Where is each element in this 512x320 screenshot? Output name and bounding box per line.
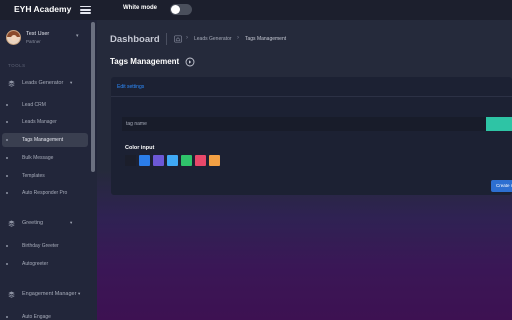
color-swatch[interactable] <box>153 155 164 166</box>
white-mode-label: White mode <box>123 5 157 11</box>
sidebar-item-birthday-greeter[interactable]: Birthday Greeter <box>2 239 88 253</box>
toggle-knob <box>171 5 180 14</box>
breadcrumb-leads-generator[interactable]: Leads Generator <box>194 36 232 42</box>
sidebar-group-label: Leads Generator <box>22 80 64 86</box>
bullet-icon <box>6 245 8 247</box>
hamburger-icon[interactable] <box>80 4 91 15</box>
user-role: Partner <box>26 39 41 44</box>
sidebar-item-auto-responder-pro[interactable]: Auto Responder Pro <box>2 186 88 200</box>
layers-icon <box>8 220 15 227</box>
breadcrumb-tags-management: Tags Management <box>245 36 287 42</box>
edit-settings-card: Edit settings Color input Create n <box>111 77 512 195</box>
sidebar-group-label: Greeting <box>22 220 44 226</box>
color-swatch[interactable] <box>209 155 220 166</box>
sidebar-group-engagement-manager[interactable]: Engagement Manager ▾ <box>8 290 90 300</box>
sidebar-item-leads-manager[interactable]: Leads Manager <box>2 115 88 129</box>
edit-settings-link[interactable]: Edit settings <box>117 84 144 90</box>
bullet-icon <box>6 121 8 123</box>
sidebar-item-label: Tags Management <box>22 137 64 143</box>
white-mode-toggle[interactable] <box>170 4 192 15</box>
sidebar-item-label: Auto Engage <box>22 314 51 320</box>
home-icon[interactable] <box>174 35 182 43</box>
sidebar-scrollbar[interactable] <box>91 22 95 172</box>
chevron-right-icon: › <box>186 35 188 41</box>
sidebar-item-label: Leads Manager <box>22 119 57 125</box>
chevron-right-icon: › <box>237 35 239 41</box>
add-tag-button[interactable] <box>486 117 512 131</box>
bullet-icon <box>6 316 8 318</box>
bullet-icon <box>6 175 8 177</box>
sidebar-item-label: Birthday Greeter <box>22 243 59 249</box>
chevron-down-icon: ▾ <box>78 291 81 296</box>
sidebar-item-templates[interactable]: Templates <box>2 169 88 183</box>
sidebar-group-greeting[interactable]: Greeting ▾ <box>8 219 90 229</box>
bullet-icon <box>6 263 8 265</box>
sidebar-item-tags-management[interactable]: Tags Management <box>2 133 88 147</box>
color-swatch[interactable] <box>181 155 192 166</box>
top-bar: EYH Academy White mode <box>0 0 512 20</box>
sidebar: Test User Partner ▾ TOOLS Leads Generato… <box>0 20 97 320</box>
avatar <box>6 30 21 45</box>
color-swatch[interactable] <box>139 155 150 166</box>
page-title: Tags Management <box>110 57 180 66</box>
color-swatch[interactable] <box>125 155 136 166</box>
brand-name[interactable]: EYH Academy <box>14 4 71 14</box>
sidebar-group-leads-generator[interactable]: Leads Generator ▾ <box>8 79 90 89</box>
user-menu[interactable]: Test User Partner ▾ <box>6 30 88 50</box>
sidebar-item-lead-crm[interactable]: Lead CRM <box>2 98 88 112</box>
tag-name-input[interactable] <box>122 117 488 131</box>
sidebar-item-label: Auto Responder Pro <box>22 190 68 196</box>
sidebar-item-label: Bulk Message <box>22 155 54 161</box>
section-label-tools: TOOLS <box>8 63 26 68</box>
sidebar-item-autogreeter[interactable]: Autogreeter <box>2 257 88 271</box>
card-header: Edit settings <box>111 77 512 97</box>
breadcrumb-divider <box>166 33 167 45</box>
layers-icon <box>8 80 15 87</box>
bullet-icon <box>6 139 8 141</box>
color-swatch[interactable] <box>167 155 178 166</box>
bullet-icon <box>6 104 8 106</box>
bullet-icon <box>6 192 8 194</box>
chevron-down-icon: ▾ <box>70 220 73 225</box>
user-name: Test User <box>26 31 50 37</box>
page-header-title: Dashboard <box>110 34 160 45</box>
sidebar-item-label: Autogreeter <box>22 261 49 267</box>
chevron-down-icon: ▾ <box>76 33 79 39</box>
sidebar-group-label: Engagement Manager <box>22 291 77 297</box>
sidebar-item-label: Templates <box>22 173 45 179</box>
color-swatch[interactable] <box>195 155 206 166</box>
sidebar-item-bulk-message[interactable]: Bulk Message <box>2 151 88 165</box>
color-input-label: Color input <box>125 145 155 151</box>
circle-arrow-icon[interactable] <box>185 57 195 67</box>
chevron-down-icon: ▾ <box>70 80 73 85</box>
create-button[interactable]: Create n <box>491 180 512 192</box>
sidebar-item-label: Lead CRM <box>22 102 46 108</box>
layers-icon <box>8 291 15 298</box>
bullet-icon <box>6 157 8 159</box>
sidebar-item-auto-engage[interactable]: Auto Engage <box>2 310 88 320</box>
